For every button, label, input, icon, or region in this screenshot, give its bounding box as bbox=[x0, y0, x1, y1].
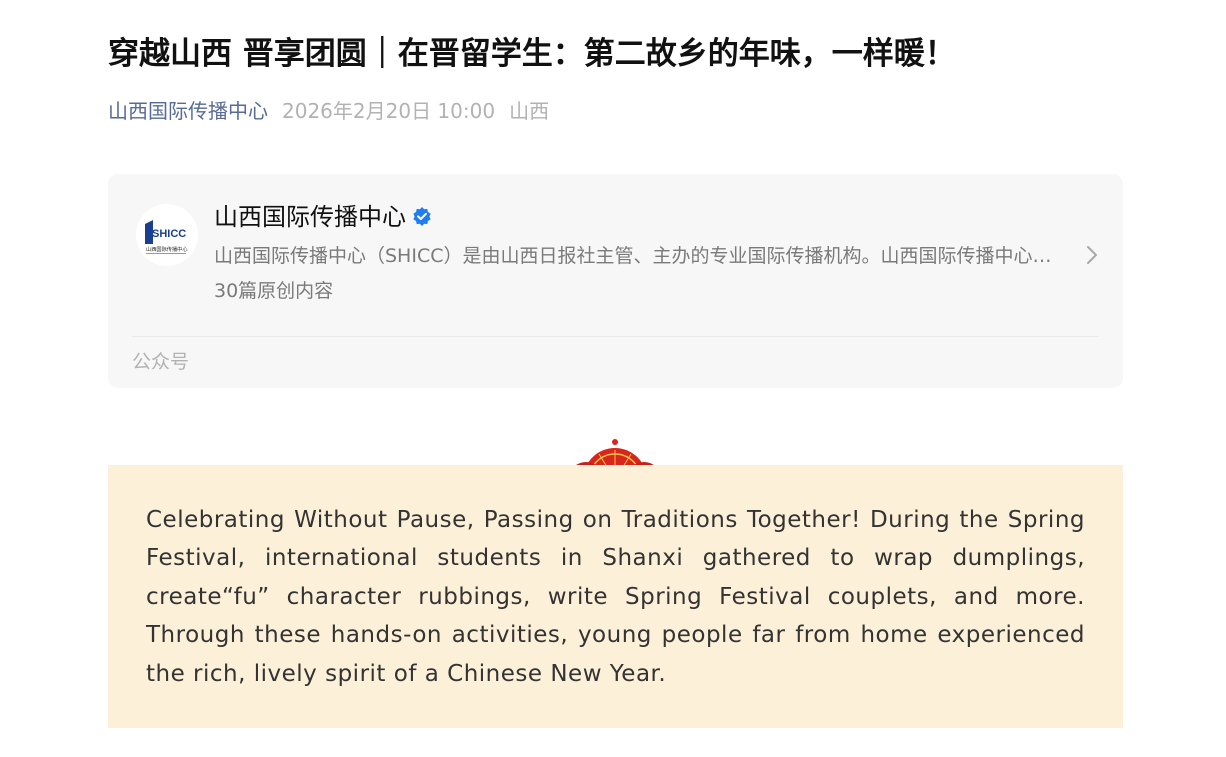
original-count: 30篇原创内容 bbox=[214, 280, 334, 302]
content-box: Celebrating Without Pause, Passing on Tr… bbox=[108, 465, 1123, 728]
account-type-label: 公众号 bbox=[132, 351, 190, 373]
account-card[interactable]: SHICC 山西国际传播中心 山西国际传播中心 山西国际传播中心（SHICC）是… bbox=[108, 174, 1123, 388]
account-name: 山西国际传播中心 bbox=[214, 200, 432, 234]
account-avatar[interactable]: SHICC 山西国际传播中心 bbox=[136, 204, 198, 266]
account-description: 山西国际传播中心（SHICC）是由山西日报社主管、主办的专业国际传播机构。山西国… bbox=[214, 245, 1054, 267]
logo-text: SHICC bbox=[152, 228, 186, 240]
verified-badge-icon bbox=[413, 207, 431, 226]
card-divider bbox=[132, 336, 1099, 337]
content-paragraph: Celebrating Without Pause, Passing on Tr… bbox=[146, 507, 1085, 687]
publish-date: 2026年2月20日 10:00 bbox=[282, 99, 496, 123]
shicc-logo-icon: SHICC 山西国际传播中心 bbox=[136, 204, 198, 266]
account-name-text: 山西国际传播中心 bbox=[214, 203, 406, 231]
chevron-right-icon[interactable] bbox=[1084, 244, 1100, 266]
publish-region: 山西 bbox=[509, 99, 550, 123]
logo-subtext: 山西国际传播中心 bbox=[146, 245, 188, 253]
author-link[interactable]: 山西国际传播中心 bbox=[108, 99, 268, 123]
article-meta: 山西国际传播中心 2026年2月20日 10:00 山西 bbox=[108, 96, 549, 126]
article-title: 穿越山西 晋享团圆｜在晋留学生：第二故乡的年味，一样暖！ bbox=[108, 36, 956, 72]
